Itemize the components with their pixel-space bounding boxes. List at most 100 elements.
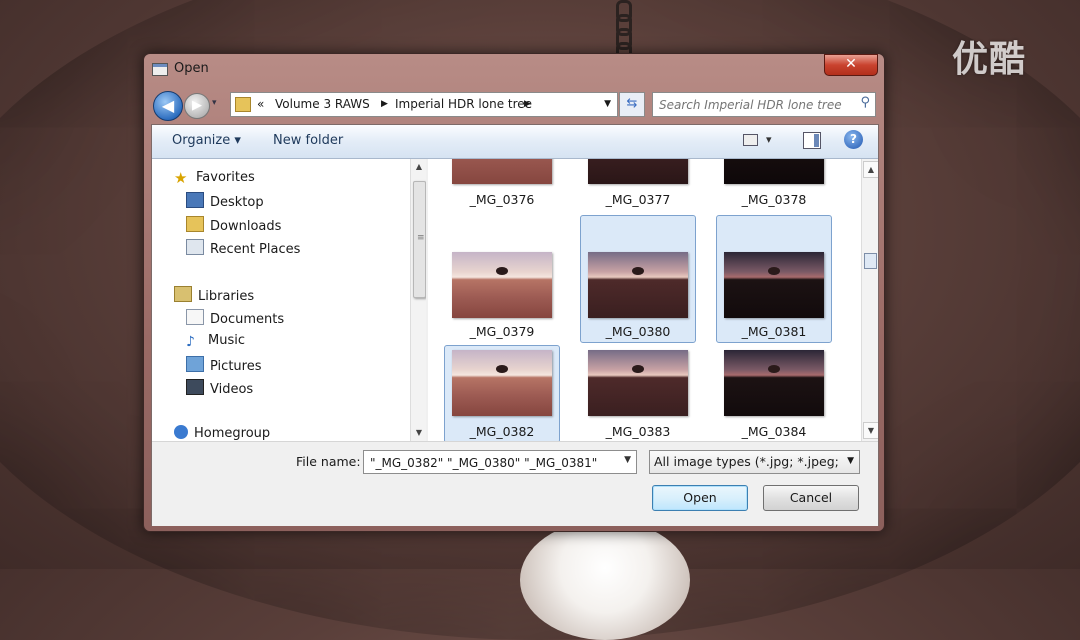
nav-desktop[interactable]: Desktop — [186, 192, 264, 210]
address-dropdown-icon[interactable]: ▼ — [604, 93, 611, 115]
breadcrumb-arrow-icon[interactable]: ▶ — [524, 93, 531, 115]
search-box[interactable]: ⚲ — [652, 92, 876, 117]
file-tile[interactable]: _MG_0376 — [444, 159, 560, 211]
image-thumbnail — [452, 252, 552, 318]
search-icon[interactable]: ⚲ — [860, 95, 870, 110]
chevron-down-icon[interactable]: ▼ — [624, 455, 631, 465]
nav-label: Homegroup — [194, 426, 271, 441]
file-tile-selected[interactable]: _MG_0380 — [580, 215, 696, 343]
search-input[interactable] — [657, 95, 851, 114]
image-thumbnail — [452, 350, 552, 416]
scroll-down-icon[interactable]: ▼ — [863, 422, 878, 439]
nav-label: Recent Places — [210, 242, 301, 257]
window-title: Open — [174, 61, 209, 76]
open-dialog: Open ✕ ◀ ▶ ▾ « Volume 3 RAWS ▶ Imperial … — [143, 53, 885, 532]
file-name-label: File name: — [296, 454, 361, 469]
dialog-content: Organize ▾ New folder ▾ ? ★ Favorites Des… — [151, 124, 879, 526]
window-icon — [152, 63, 168, 76]
image-thumbnail — [588, 350, 688, 416]
music-icon: ♪ — [186, 334, 195, 350]
scroll-up-icon[interactable]: ▲ — [863, 161, 878, 178]
homegroup-icon — [174, 425, 188, 439]
nav-downloads[interactable]: Downloads — [186, 216, 281, 234]
videos-icon — [186, 379, 204, 395]
documents-icon — [186, 309, 204, 325]
scroll-down-icon[interactable]: ▼ — [411, 425, 426, 441]
pictures-icon — [186, 356, 204, 372]
address-bar[interactable]: « Volume 3 RAWS ▶ Imperial HDR lone tree… — [230, 92, 618, 117]
file-tile[interactable]: _MG_0377 — [580, 159, 696, 211]
history-dropdown-icon[interactable]: ▾ — [212, 98, 224, 112]
file-name: _MG_0382 — [469, 424, 535, 439]
file-tile[interactable]: _MG_0378 — [716, 159, 832, 211]
nav-label: Downloads — [210, 219, 282, 234]
preview-pane-icon[interactable] — [803, 132, 821, 149]
nav-homegroup[interactable]: Homegroup — [174, 425, 270, 441]
lamp-chain — [611, 0, 633, 64]
file-name-combobox[interactable]: ▼ — [363, 450, 637, 474]
view-icon — [743, 134, 758, 146]
file-tile[interactable]: _MG_0379 — [444, 215, 560, 343]
lamp-globe — [520, 520, 690, 640]
file-name: _MG_0377 — [605, 192, 671, 207]
breadcrumb-overflow[interactable]: « — [257, 93, 264, 115]
breadcrumb-volume[interactable]: Volume 3 RAWS — [275, 93, 370, 115]
cancel-button[interactable]: Cancel — [763, 485, 859, 511]
help-icon[interactable]: ? — [844, 130, 863, 149]
file-tile-selected[interactable]: _MG_0381 — [716, 215, 832, 343]
nav-music[interactable]: ♪ Music — [186, 332, 245, 350]
nav-videos[interactable]: Videos — [186, 379, 253, 397]
title-bar[interactable]: Open ✕ — [144, 54, 884, 86]
file-type-value: All image types (*.jpg; *.jpeg; *. — [654, 454, 840, 469]
folder-icon — [235, 97, 251, 112]
dialog-footer: File name: ▼ All image types (*.jpg; *.j… — [152, 441, 878, 526]
change-view-button[interactable]: ▾ — [743, 133, 777, 149]
new-folder-button[interactable]: New folder — [273, 133, 343, 148]
nav-label: Favorites — [196, 170, 255, 185]
desktop-icon — [186, 192, 204, 208]
forward-arrow-icon[interactable]: ▶ — [184, 93, 210, 119]
nav-label: Libraries — [198, 289, 255, 304]
views-dropdown-icon[interactable]: ▾ — [766, 133, 772, 146]
downloads-folder-icon — [186, 216, 204, 232]
nav-pictures[interactable]: Pictures — [186, 356, 261, 374]
breadcrumb-arrow-icon[interactable]: ▶ — [381, 93, 388, 115]
file-name: _MG_0376 — [469, 192, 535, 207]
watermark-logo: 优酷 — [952, 39, 1027, 80]
file-name: _MG_0378 — [741, 192, 807, 207]
nav-documents[interactable]: Documents — [186, 309, 284, 327]
file-type-select[interactable]: All image types (*.jpg; *.jpeg; *. ▼ — [649, 450, 860, 474]
image-thumbnail — [452, 159, 552, 184]
file-tile-selected[interactable]: _MG_0382 — [444, 345, 560, 441]
nav-libraries[interactable]: Libraries — [174, 286, 254, 304]
image-thumbnail — [724, 252, 824, 318]
image-thumbnail — [588, 252, 688, 318]
file-name: _MG_0379 — [469, 324, 535, 339]
back-arrow-icon[interactable]: ◀ — [153, 91, 183, 121]
image-thumbnail — [724, 350, 824, 416]
close-button[interactable]: ✕ — [824, 54, 878, 76]
refresh-icon[interactable]: ⇆ — [619, 92, 645, 117]
nav-label: Documents — [210, 312, 285, 327]
file-tile[interactable]: _MG_0383 — [580, 345, 696, 441]
chevron-down-icon[interactable]: ▼ — [847, 451, 854, 472]
file-name: _MG_0384 — [741, 424, 807, 439]
file-tile[interactable]: _MG_0384 — [716, 345, 832, 441]
breadcrumb-folder[interactable]: Imperial HDR lone tree — [395, 93, 532, 115]
nav-label: Pictures — [210, 359, 262, 374]
navigation-pane: ★ Favorites Desktop Downloads Recent Plac… — [152, 159, 426, 441]
file-name-input[interactable] — [368, 453, 620, 472]
file-list-scrollbar[interactable]: ▲ ▼ — [861, 159, 878, 441]
nav-recent-places[interactable]: Recent Places — [186, 239, 300, 257]
organize-button[interactable]: Organize ▾ — [172, 133, 241, 148]
star-icon: ★ — [174, 169, 188, 187]
nav-favorites[interactable]: ★ Favorites — [174, 169, 255, 187]
scroll-grip-icon: ≡ — [417, 233, 425, 243]
scroll-up-icon[interactable]: ▲ — [411, 159, 426, 175]
nav-label: Videos — [210, 382, 254, 397]
file-name: _MG_0380 — [605, 324, 671, 339]
open-button[interactable]: Open — [652, 485, 748, 511]
file-name: _MG_0381 — [741, 324, 807, 339]
scroll-thumb[interactable] — [864, 253, 877, 269]
nav-scrollbar[interactable]: ▲ ≡ ▼ — [410, 159, 426, 441]
